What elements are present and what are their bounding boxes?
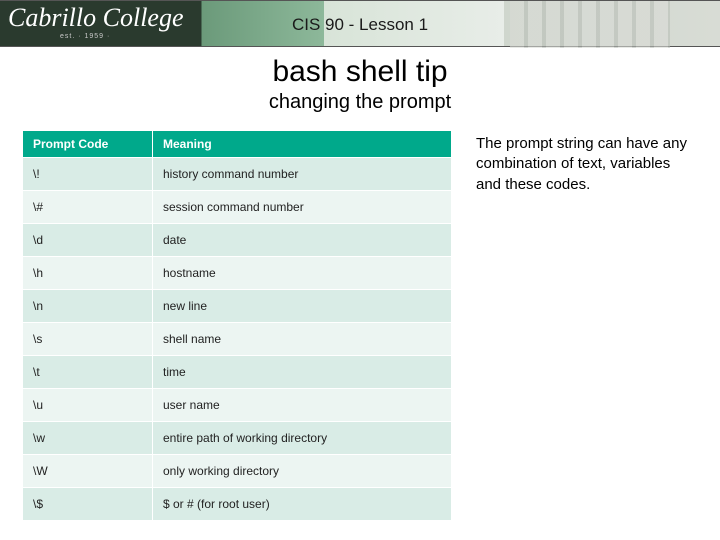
- side-note: The prompt string can have any combinati…: [476, 130, 698, 521]
- prompt-code-cell: \n: [23, 290, 153, 323]
- header-banner: Cabrillo College est. · 1959 · CIS 90 - …: [0, 0, 720, 47]
- table-row: \hhostname: [23, 257, 452, 290]
- prompt-meaning-cell: session command number: [153, 191, 452, 224]
- col-header-code: Prompt Code: [23, 131, 153, 158]
- slide-title: bash shell tip: [0, 55, 720, 89]
- prompt-code-cell: \#: [23, 191, 153, 224]
- prompt-meaning-cell: only working directory: [153, 455, 452, 488]
- col-header-meaning: Meaning: [153, 131, 452, 158]
- table-row: \wentire path of working directory: [23, 422, 452, 455]
- prompt-meaning-cell: history command number: [153, 158, 452, 191]
- prompt-meaning-cell: date: [153, 224, 452, 257]
- prompt-code-cell: \d: [23, 224, 153, 257]
- content-area: Prompt Code Meaning \!history command nu…: [0, 130, 720, 521]
- prompt-code-cell: \s: [23, 323, 153, 356]
- college-est: est. · 1959 ·: [60, 33, 110, 40]
- table-row: \uuser name: [23, 389, 452, 422]
- prompt-codes-table: Prompt Code Meaning \!history command nu…: [22, 130, 452, 521]
- table-row: \Wonly working directory: [23, 455, 452, 488]
- prompt-meaning-cell: user name: [153, 389, 452, 422]
- prompt-code-cell: \u: [23, 389, 153, 422]
- prompt-meaning-cell: time: [153, 356, 452, 389]
- prompt-code-cell: \$: [23, 488, 153, 521]
- prompt-code-cell: \h: [23, 257, 153, 290]
- prompt-code-cell: \W: [23, 455, 153, 488]
- prompt-meaning-cell: new line: [153, 290, 452, 323]
- prompt-table-wrap: Prompt Code Meaning \!history command nu…: [22, 130, 452, 521]
- table-row: \#session command number: [23, 191, 452, 224]
- table-row: \nnew line: [23, 290, 452, 323]
- prompt-meaning-cell: entire path of working directory: [153, 422, 452, 455]
- prompt-code-cell: \!: [23, 158, 153, 191]
- table-row: \ddate: [23, 224, 452, 257]
- prompt-meaning-cell: shell name: [153, 323, 452, 356]
- prompt-code-cell: \w: [23, 422, 153, 455]
- slide-subtitle: changing the prompt: [0, 91, 720, 114]
- table-row: \$$ or # (for root user): [23, 488, 452, 521]
- table-row: \sshell name: [23, 323, 452, 356]
- course-title: CIS 90 - Lesson 1: [292, 15, 428, 35]
- college-logo: Cabrillo College: [8, 5, 184, 31]
- prompt-meaning-cell: $ or # (for root user): [153, 488, 452, 521]
- table-row: \ttime: [23, 356, 452, 389]
- prompt-code-cell: \t: [23, 356, 153, 389]
- prompt-meaning-cell: hostname: [153, 257, 452, 290]
- banner-columns-graphic: [510, 1, 670, 48]
- table-row: \!history command number: [23, 158, 452, 191]
